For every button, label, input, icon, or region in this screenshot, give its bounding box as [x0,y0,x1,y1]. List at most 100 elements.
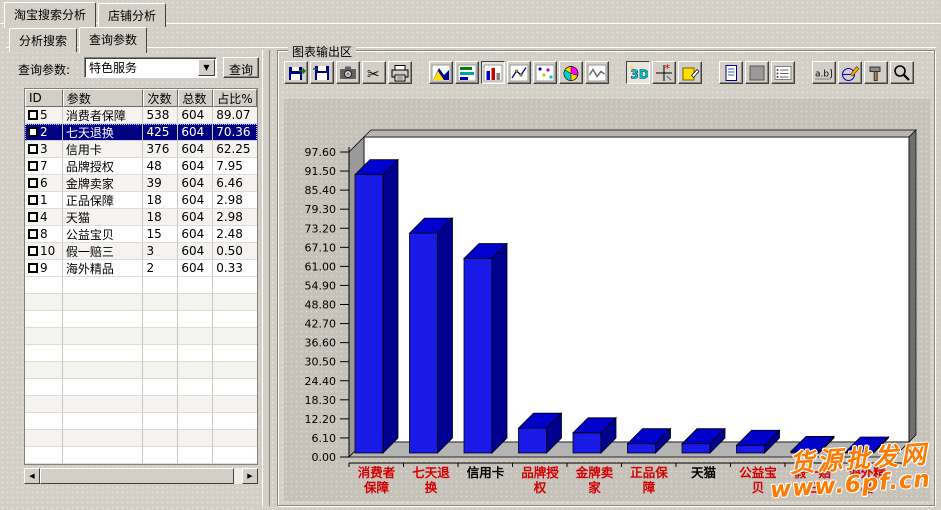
cell-count[interactable]: 18 [143,192,178,209]
panel-splitter[interactable] [262,50,270,506]
save-chart-button[interactable] [310,61,334,84]
col-header-total[interactable]: 总数 [178,89,213,107]
row-checkbox[interactable] [28,229,38,239]
zoom-button[interactable] [890,61,914,84]
bar-horizontal-button[interactable] [455,61,479,84]
col-header-pct[interactable]: 占比% [213,89,257,107]
cell-count[interactable]: 39 [143,175,178,192]
tab-query-params[interactable]: 查询参数 [79,27,147,53]
cell-total[interactable]: 604 [178,260,213,277]
cell-id[interactable]: 4 [25,209,63,226]
tab-taobao-search-analysis[interactable]: 淘宝搜索分析 [4,2,96,28]
cell-param[interactable]: 金牌卖家 [63,175,144,192]
table-row[interactable]: 2七天退换42560470.36 [25,124,257,141]
chart-edit-button[interactable] [678,61,702,84]
row-checkbox[interactable] [28,127,38,137]
cell-id[interactable]: 7 [25,158,63,175]
cell-id[interactable]: 10 [25,243,63,260]
wall-color-button[interactable] [745,61,769,84]
chevron-down-icon[interactable]: ▼ [198,59,215,76]
tab-analyze-search[interactable]: 分析搜索 [9,28,77,52]
table-hscrollbar[interactable]: ◀ ▶ [24,468,258,484]
scroll-left-icon[interactable]: ◀ [24,468,40,484]
cell-total[interactable]: 604 [178,141,213,158]
cell-count[interactable]: 376 [143,141,178,158]
cell-pct[interactable]: 6.46 [213,175,257,192]
cell-param[interactable]: 正品保障 [63,192,144,209]
table-empty-row[interactable] [25,430,257,447]
row-checkbox[interactable] [28,246,38,256]
table-row[interactable]: 1正品保障186042.98 [25,192,257,209]
table-row[interactable]: 9海外精品26040.33 [25,260,257,277]
print-button[interactable] [388,61,412,84]
table-empty-row[interactable] [25,396,257,413]
table-empty-row[interactable] [25,362,257,379]
cell-total[interactable]: 604 [178,209,213,226]
cell-pct[interactable]: 89.07 [213,107,257,124]
table-empty-row[interactable] [25,413,257,430]
cell-id[interactable]: 6 [25,175,63,192]
tab-shop-analysis[interactable]: 店铺分析 [98,3,166,27]
scrollbar-track[interactable] [234,468,242,484]
row-checkbox[interactable] [28,178,38,188]
load-chart-button[interactable] [284,61,308,84]
cell-param[interactable]: 假一赔三 [63,243,144,260]
cell-total[interactable]: 604 [178,243,213,260]
cell-id[interactable]: 2 [25,124,63,141]
query-button[interactable]: 查询 [223,57,259,78]
page-button[interactable] [719,61,743,84]
row-checkbox[interactable] [28,263,38,273]
table-row[interactable]: 8公益宝贝156042.48 [25,226,257,243]
cell-id[interactable]: 3 [25,141,63,158]
cell-pct[interactable]: 7.95 [213,158,257,175]
row-checkbox[interactable] [28,110,38,120]
cell-total[interactable]: 604 [178,158,213,175]
tools-button[interactable] [864,61,888,84]
col-header-param[interactable]: 参数 [63,89,144,107]
table-empty-row[interactable] [25,447,257,464]
line-chart-button[interactable] [507,61,531,84]
table-empty-row[interactable] [25,277,257,294]
cell-pct[interactable]: 0.33 [213,260,257,277]
cell-id[interactable]: 1 [25,192,63,209]
cell-param[interactable]: 七天退换 [63,124,144,141]
col-header-id[interactable]: ID [25,89,63,107]
cell-total[interactable]: 604 [178,192,213,209]
axis-edit-button[interactable]: * [652,61,676,84]
table-row[interactable]: 6金牌卖家396046.46 [25,175,257,192]
bar-vertical-button[interactable] [481,61,505,84]
table-empty-row[interactable] [25,379,257,396]
row-checkbox[interactable] [28,161,38,171]
cell-total[interactable]: 604 [178,226,213,243]
copy-image-button[interactable] [336,61,360,84]
cell-pct[interactable]: 2.48 [213,226,257,243]
cell-param[interactable]: 信用卡 [63,141,144,158]
text-label-button[interactable]: a.b] [812,61,836,84]
cell-count[interactable]: 3 [143,243,178,260]
scroll-right-icon[interactable]: ▶ [242,468,258,484]
cell-pct[interactable]: 0.50 [213,243,257,260]
cut-button[interactable]: ✂ [362,61,386,84]
curve-chart-button[interactable] [585,61,609,84]
row-checkbox[interactable] [28,195,38,205]
3d-toggle-button[interactable]: 3D✳ [626,61,650,84]
cell-count[interactable]: 18 [143,209,178,226]
pie-chart-button[interactable] [559,61,583,84]
cell-count[interactable]: 15 [143,226,178,243]
cell-pct[interactable]: 70.36 [213,124,257,141]
table-row[interactable]: 7品牌授权486047.95 [25,158,257,175]
legend-button[interactable] [771,61,795,84]
cell-pct[interactable]: 62.25 [213,141,257,158]
table-row[interactable]: 3信用卡37660462.25 [25,141,257,158]
cell-id[interactable]: 9 [25,260,63,277]
table-row[interactable]: 4天猫186042.98 [25,209,257,226]
cell-count[interactable]: 2 [143,260,178,277]
table-row[interactable]: 5消费者保障53860489.07 [25,107,257,124]
table-empty-row[interactable] [25,311,257,328]
cell-count[interactable]: 538 [143,107,178,124]
table-empty-row[interactable] [25,328,257,345]
point-chart-button[interactable] [533,61,557,84]
table-empty-row[interactable] [25,294,257,311]
cell-id[interactable]: 8 [25,226,63,243]
cell-count[interactable]: 48 [143,158,178,175]
